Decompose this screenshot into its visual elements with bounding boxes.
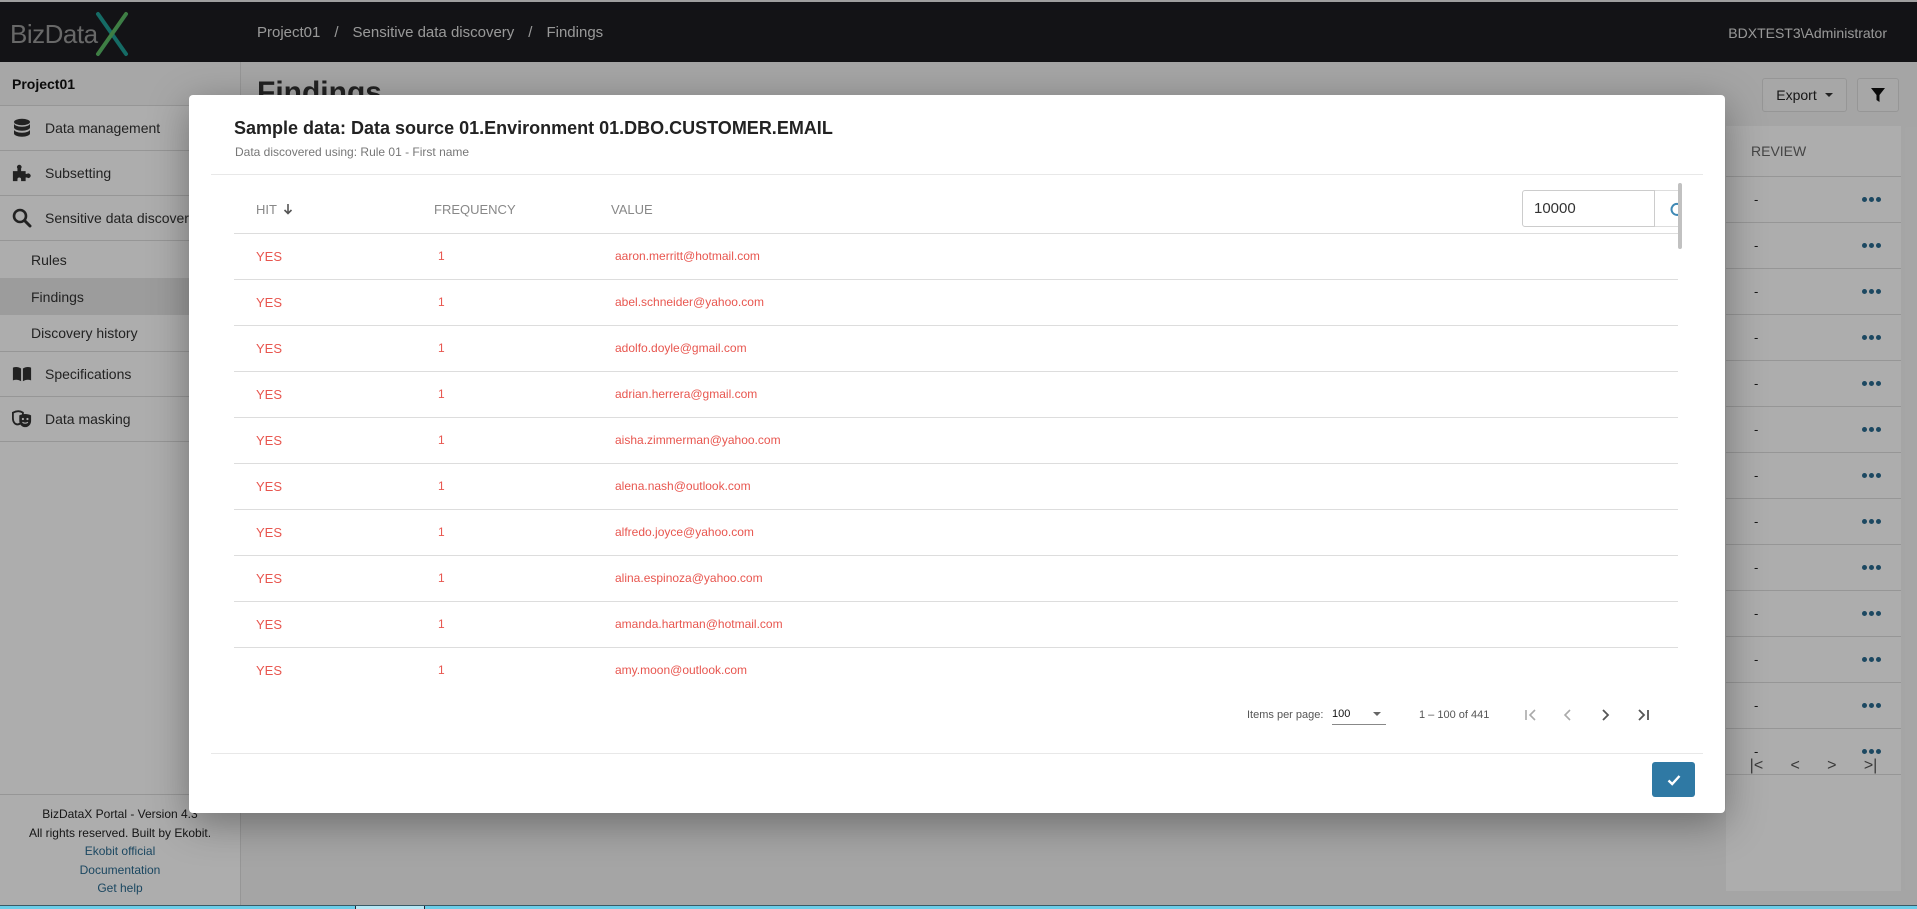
items-per-page-select[interactable]: 100 — [1332, 703, 1386, 725]
next-page-button[interactable] — [1592, 703, 1618, 727]
cell-hit: YES — [256, 479, 283, 494]
cell-frequency: 1 — [438, 617, 445, 631]
table-row[interactable]: YES 1 amy.moon@outlook.com — [234, 648, 1678, 683]
table-row[interactable]: YES 1 adolfo.doyle@gmail.com — [234, 326, 1678, 372]
confirm-button[interactable] — [1652, 762, 1695, 797]
column-header-hit[interactable]: HIT — [256, 202, 293, 217]
refresh-button[interactable] — [1655, 190, 1678, 227]
items-per-page-value: 100 — [1332, 707, 1351, 720]
dialog-title: Sample data: Data source 01.Environment … — [234, 118, 833, 138]
cell-hit: YES — [256, 341, 283, 356]
cell-frequency: 1 — [438, 387, 445, 401]
table-row[interactable]: YES 1 aaron.merritt@hotmail.com — [234, 234, 1678, 280]
cell-hit: YES — [256, 295, 283, 310]
sample-data-pager: Items per page: 100 1 – 100 of 441 — [189, 695, 1725, 735]
os-taskbar — [0, 905, 1917, 909]
cell-value: alfredo.joyce@yahoo.com — [615, 525, 754, 539]
cell-frequency: 1 — [438, 663, 445, 677]
cell-frequency: 1 — [438, 295, 445, 309]
previous-page-button[interactable] — [1555, 703, 1581, 727]
cell-value: abel.schneider@yahoo.com — [615, 295, 764, 309]
divider — [211, 753, 1703, 754]
column-header-frequency[interactable]: FREQUENCY — [434, 202, 516, 217]
cell-value: aisha.zimmerman@yahoo.com — [615, 433, 781, 447]
table-row[interactable]: YES 1 alina.espinoza@yahoo.com — [234, 556, 1678, 602]
first-page-icon — [1525, 709, 1536, 721]
cell-hit: YES — [256, 617, 283, 632]
cell-frequency: 1 — [438, 433, 445, 447]
table-row[interactable]: YES 1 alena.nash@outlook.com — [234, 464, 1678, 510]
cell-value: alina.espinoza@yahoo.com — [615, 571, 763, 585]
cell-hit: YES — [256, 571, 283, 586]
cell-hit: YES — [256, 433, 283, 448]
cell-frequency: 1 — [438, 525, 445, 539]
caret-down-icon — [1373, 711, 1381, 716]
cell-hit: YES — [256, 525, 283, 540]
cell-value: amy.moon@outlook.com — [615, 663, 748, 677]
cell-frequency: 1 — [438, 479, 445, 493]
cell-hit: YES — [256, 387, 283, 402]
cell-hit: YES — [256, 663, 283, 678]
table-header: HIT FREQUENCY VALUE — [234, 183, 1678, 234]
cell-value: amanda.hartman@hotmail.com — [615, 617, 783, 631]
cell-value: adrian.herrera@gmail.com — [615, 387, 758, 401]
table-row[interactable]: YES 1 aisha.zimmerman@yahoo.com — [234, 418, 1678, 464]
sample-limit-input[interactable] — [1522, 190, 1655, 227]
table-row[interactable]: YES 1 amanda.hartman@hotmail.com — [234, 602, 1678, 648]
table-row[interactable]: YES 1 alfredo.joyce@yahoo.com — [234, 510, 1678, 556]
refresh-icon — [1670, 202, 1678, 216]
dialog-subtitle: Data discovered using: Rule 01 - First n… — [235, 145, 470, 159]
chevron-right-icon — [1602, 709, 1610, 721]
cell-value: aaron.merritt@hotmail.com — [615, 249, 760, 263]
sort-arrow-down-icon — [283, 204, 293, 215]
chevron-left-icon — [1563, 709, 1571, 721]
column-header-hit-label: HIT — [256, 202, 277, 217]
page-range-label: 1 – 100 of 441 — [1419, 709, 1490, 721]
items-per-page-label: Items per page: — [1247, 709, 1324, 721]
table-row[interactable]: YES 1 abel.schneider@yahoo.com — [234, 280, 1678, 326]
first-page-button[interactable] — [1518, 703, 1544, 727]
cell-value: alena.nash@outlook.com — [615, 479, 751, 493]
divider — [211, 174, 1703, 175]
column-header-value[interactable]: VALUE — [611, 202, 653, 217]
sample-data-table: HIT FREQUENCY VALUE YES 1 aaron.merritt@ho… — [234, 183, 1678, 683]
cell-hit: YES — [256, 249, 283, 264]
cell-frequency: 1 — [438, 249, 445, 263]
table-row[interactable]: YES 1 adrian.herrera@gmail.com — [234, 372, 1678, 418]
cell-frequency: 1 — [438, 341, 445, 355]
last-page-icon — [1638, 709, 1649, 721]
cell-value: adolfo.doyle@gmail.com — [615, 341, 747, 355]
cell-frequency: 1 — [438, 571, 445, 585]
check-icon — [1667, 774, 1680, 786]
last-page-button[interactable] — [1630, 703, 1656, 727]
sample-data-dialog: Sample data: Data source 01.Environment … — [189, 95, 1725, 813]
table-scrollbar[interactable] — [1678, 183, 1682, 249]
